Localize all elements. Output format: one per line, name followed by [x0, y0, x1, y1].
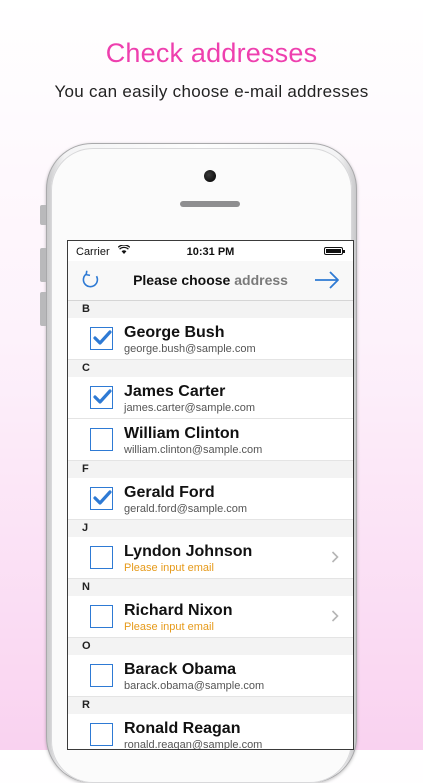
status-bar: Carrier 10:31 PM	[68, 241, 353, 261]
contact-email: gerald.ford@sample.com	[124, 503, 248, 515]
contact-email: george.bush@sample.com	[124, 343, 256, 355]
checkbox-checked[interactable]	[90, 327, 113, 350]
contact-name: Gerald Ford	[124, 484, 215, 501]
contact-row[interactable]: William Clinton william.clinton@sample.co…	[68, 419, 353, 461]
contact-email: barack.obama@sample.com	[124, 680, 265, 692]
phone-screen: Carrier 10:31 PM Please choose address B…	[67, 240, 354, 750]
contact-row[interactable]: Barack Obama barack.obama@sample.com	[68, 655, 353, 697]
chevron-right-icon[interactable]	[331, 551, 339, 563]
section-header: N	[68, 579, 353, 596]
contact-email: james.carter@sample.com	[124, 402, 255, 414]
checkbox-checked[interactable]	[90, 487, 113, 510]
promo-subtitle: You can easily choose e-mail addresses	[54, 82, 369, 101]
section-header: C	[68, 360, 353, 377]
contact-row[interactable]: Lyndon Johnson Please input email	[68, 537, 353, 579]
contact-name: William Clinton	[124, 425, 240, 442]
battery-icon	[324, 247, 345, 255]
contact-list: B George Bush george.bush@sample.com C James…	[68, 301, 353, 750]
contact-name: Richard Nixon	[124, 602, 233, 619]
contact-row[interactable]: George Bush george.bush@sample.com	[68, 318, 353, 360]
checkmark-icon	[93, 330, 112, 345]
navigation-bar: Please choose address	[68, 261, 353, 301]
checkmark-icon	[93, 389, 112, 404]
contact-name: James Carter	[124, 383, 226, 400]
contact-name: Lyndon Johnson	[124, 543, 253, 560]
section-header: F	[68, 461, 353, 478]
checkbox-checked[interactable]	[90, 386, 113, 409]
chevron-right-icon[interactable]	[331, 610, 339, 622]
nav-title-light: address	[234, 272, 288, 288]
volume-up-button	[40, 248, 46, 282]
section-header: R	[68, 697, 353, 714]
status-time: 10:31 PM	[186, 246, 235, 258]
contact-name: George Bush	[124, 324, 225, 341]
contact-email: ronald.reagan@sample.com	[124, 739, 263, 750]
contact-row[interactable]: Ronald Reagan ronald.reagan@sample.com	[68, 714, 353, 750]
contact-row[interactable]: James Carter james.carter@sample.com	[68, 377, 353, 419]
nav-title: Please choose address	[68, 272, 353, 288]
section-header: J	[68, 520, 353, 537]
contact-name: Ronald Reagan	[124, 720, 241, 737]
contact-name: Barack Obama	[124, 661, 237, 678]
contact-row[interactable]: Richard Nixon Please input email	[68, 596, 353, 638]
promo-title: Check addresses	[105, 38, 318, 68]
checkbox-unchecked[interactable]	[90, 723, 113, 746]
checkbox-unchecked[interactable]	[90, 605, 113, 628]
contact-email: william.clinton@sample.com	[124, 444, 263, 456]
nav-title-main: Please choose	[133, 272, 235, 288]
contact-row[interactable]: Gerald Ford gerald.ford@sample.com	[68, 478, 353, 520]
checkbox-unchecked[interactable]	[90, 664, 113, 687]
section-header: B	[68, 301, 353, 318]
earpiece-speaker	[180, 201, 240, 207]
email-prompt: Please input email	[124, 562, 214, 574]
checkbox-unchecked[interactable]	[90, 546, 113, 569]
checkmark-icon	[93, 490, 112, 505]
section-header: O	[68, 638, 353, 655]
next-arrow-icon[interactable]	[313, 269, 341, 291]
volume-down-button	[40, 292, 46, 326]
front-camera	[204, 170, 216, 182]
email-prompt: Please input email	[124, 621, 214, 633]
mute-switch	[40, 205, 46, 225]
checkbox-unchecked[interactable]	[90, 428, 113, 451]
